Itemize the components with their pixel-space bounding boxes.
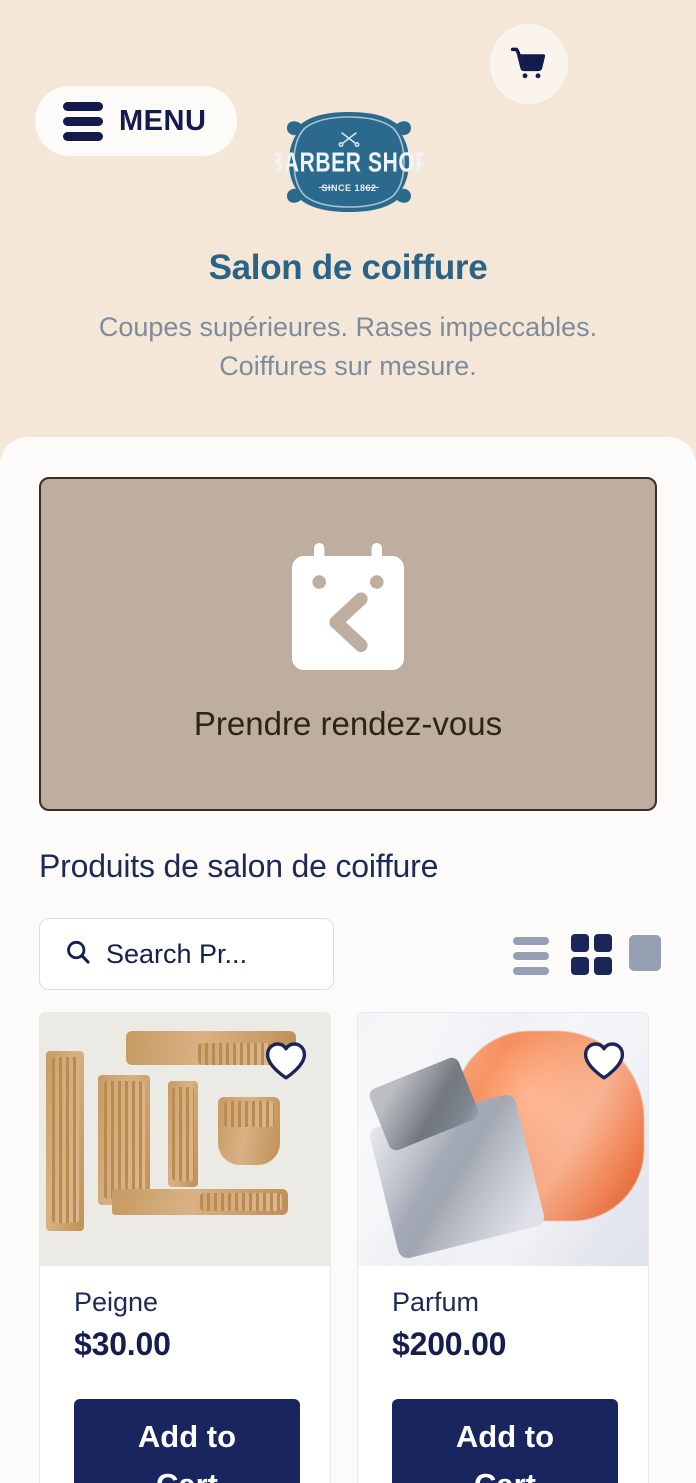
product-card[interactable]: Peigne $30.00 Add to Cart: [39, 1012, 331, 1483]
book-appointment-label: Prendre rendez-vous: [193, 705, 503, 742]
list-view-toggle[interactable]: [513, 937, 549, 975]
add-to-cart-label: Add to Cart: [137, 1419, 237, 1483]
view-toggle-group: [505, 930, 661, 978]
product-name: Parfum: [392, 1287, 480, 1317]
svg-text:SINCE 1862: SINCE 1862: [321, 183, 376, 193]
products-section-title: Produits de salon de coiffure: [39, 848, 439, 884]
favorite-button[interactable]: [262, 1037, 310, 1085]
calendar-chevron-left-icon: [284, 539, 412, 679]
svg-text:BARBER SHOP: BARBER SHOP: [275, 148, 423, 178]
content-sheet: Prendre rendez-vous Produits de salon de…: [0, 437, 696, 1483]
list-view-icon-bar: [513, 937, 549, 945]
menu-button-label: MENU: [119, 104, 207, 137]
barber-shop-logo: BARBER SHOP SINCE 1862: [275, 110, 423, 214]
add-to-cart-button[interactable]: Add to Cart: [74, 1399, 300, 1483]
product-price: $30.00: [74, 1326, 171, 1362]
search-placeholder-text: Search Pr...: [106, 938, 248, 969]
cart-button[interactable]: [490, 24, 568, 104]
product-name: Peigne: [74, 1287, 159, 1317]
menu-button[interactable]: MENU: [35, 86, 237, 156]
site-tagline: Coupes supérieures. Rases impeccables. C…: [98, 312, 598, 381]
page-root: MENU BARBER SHOP SINCE 1862 Salon de coi…: [0, 0, 696, 1483]
grid-view-icon-cell: [571, 934, 589, 952]
site-title: Salon de coiffure: [208, 248, 488, 287]
add-to-cart-button[interactable]: Add to Cart: [392, 1399, 618, 1483]
search-products-input[interactable]: Search Pr...: [39, 918, 334, 990]
product-card[interactable]: Parfum $200.00 Add to Cart: [357, 1012, 649, 1483]
favorite-button[interactable]: [580, 1037, 628, 1085]
heart-icon: [580, 1037, 628, 1085]
hamburger-icon: [63, 101, 103, 141]
list-view-icon-bar: [513, 952, 549, 960]
grid-view-icon-cell: [594, 934, 612, 952]
product-price: $200.00: [392, 1326, 507, 1362]
product-image: [40, 1013, 330, 1266]
search-icon: [64, 938, 92, 971]
grid-view-icon-cell: [571, 957, 589, 975]
list-view-icon-bar: [513, 967, 549, 975]
heart-icon: [262, 1037, 310, 1085]
grid-view-toggle[interactable]: [571, 934, 612, 975]
product-image: [358, 1013, 648, 1266]
page-header: MENU BARBER SHOP SINCE 1862 Salon de coi…: [0, 0, 696, 460]
grid-view-icon-cell: [594, 957, 612, 975]
shopping-cart-icon: [509, 44, 549, 84]
products-grid: Peigne $30.00 Add to Cart: [0, 1012, 696, 1483]
add-to-cart-label: Add to Cart: [455, 1419, 555, 1483]
single-view-toggle[interactable]: [629, 935, 661, 971]
book-appointment-card[interactable]: Prendre rendez-vous: [39, 477, 657, 811]
